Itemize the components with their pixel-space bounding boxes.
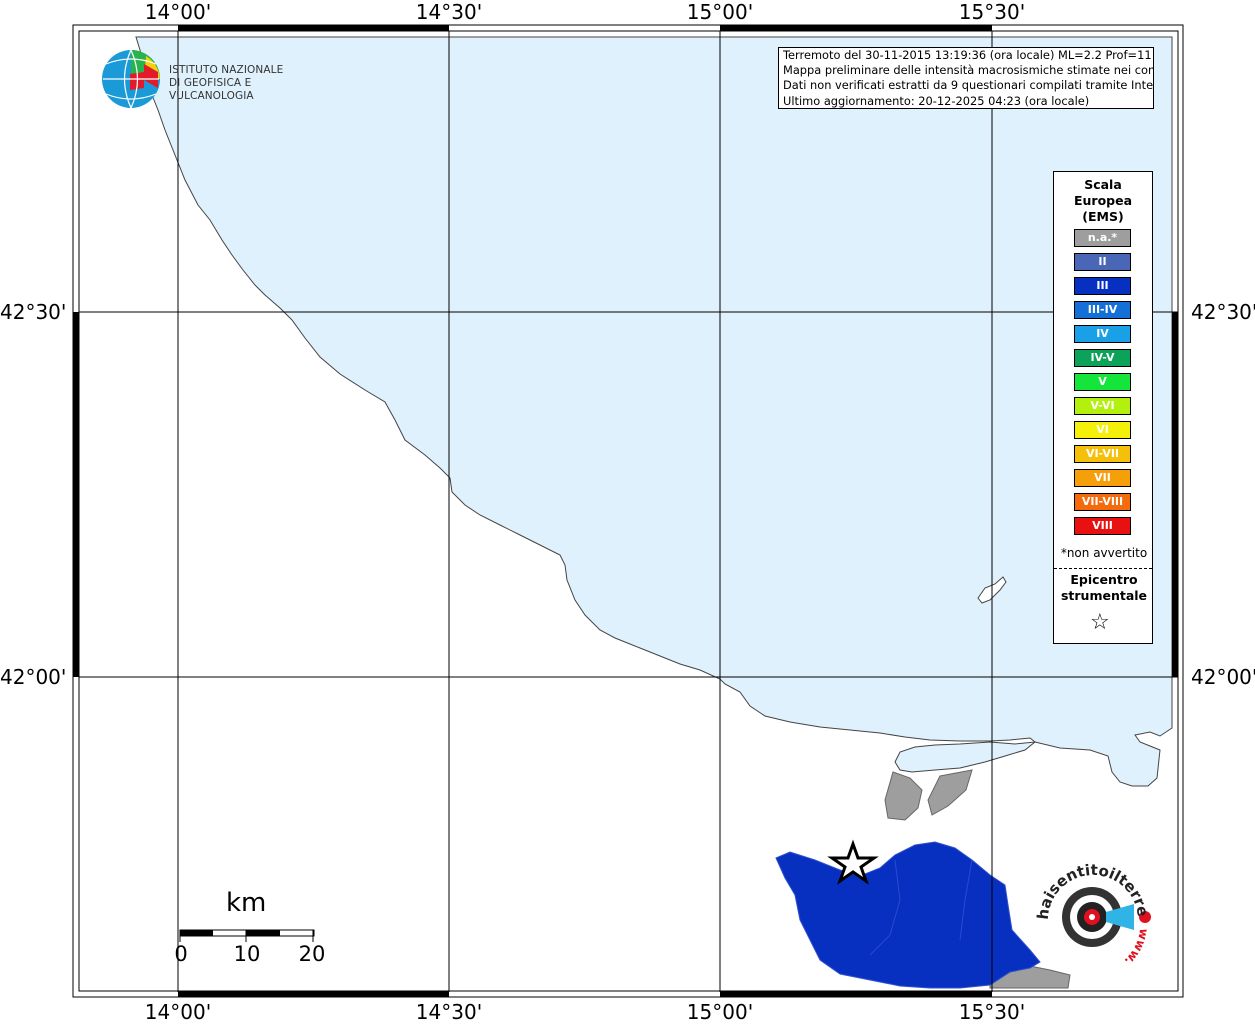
lon-tick-label: 15°00' [686, 0, 754, 24]
legend-swatch: III [1074, 277, 1131, 295]
lat-tick-label: 42°00' [1191, 665, 1255, 689]
legend-title: Europea [1073, 193, 1133, 208]
scale-label: 10 [233, 942, 261, 966]
logo-line1: ISTITUTO NAZIONALE [169, 64, 284, 76]
lon-tick-label: 15°30' [958, 0, 1026, 24]
legend-swatch: V [1074, 373, 1131, 391]
scale-unit: km [226, 888, 267, 918]
legend-swatch: IV-V [1074, 349, 1131, 367]
legend-swatch: VI [1074, 421, 1131, 439]
scale-label: 20 [298, 942, 326, 966]
legend-swatch: VII-VIII [1074, 493, 1131, 511]
legend-swatch: V-VI [1074, 397, 1131, 415]
scale-label: 0 [174, 942, 188, 966]
legend-title: Scala [1084, 177, 1122, 192]
ingv-logo: ISTITUTO NAZIONALE DI GEOFISICA E VULCAN… [100, 48, 320, 110]
earthquake-info-box: Terremoto del 30-11-2015 13:19:36 (ora l… [778, 47, 1154, 109]
legend-note: *non avvertito [1060, 546, 1148, 560]
legend-swatch: IV [1074, 325, 1131, 343]
legend-title: (EMS) [1082, 209, 1124, 224]
legend-swatch: n.a.* [1074, 229, 1131, 247]
municipality-intensity-III [775, 841, 1041, 989]
info-line: Mappa preliminare delle intensità macros… [783, 63, 1154, 78]
lat-tick-label: 42°30' [1191, 300, 1255, 324]
lon-tick-label: 14°00' [144, 1000, 212, 1024]
watermark-prefix: www. [1122, 927, 1151, 968]
legend-swatch: II [1074, 253, 1131, 271]
star-icon: ☆ [1090, 610, 1110, 635]
info-line: Ultimo aggiornamento: 20-12-2025 04:23 (… [783, 93, 1090, 108]
lat-tick-label: 42°30' [0, 300, 67, 324]
epicenter-label: strumentale [1060, 588, 1148, 603]
municipality-na [884, 771, 923, 821]
info-line: Dati non verificati estratti da 9 questi… [783, 78, 1154, 93]
scale-bar: km 0 10 20 [174, 888, 336, 978]
legend-swatch: III-IV [1074, 301, 1131, 319]
municipality-na [927, 769, 973, 816]
lon-tick-label: 14°30' [415, 0, 483, 24]
lon-tick-label: 14°30' [415, 1000, 483, 1024]
hst-watermark-logo: haisentitoilterremoto.it www. [1030, 862, 1152, 968]
info-line: Terremoto del 30-11-2015 13:19:36 (ora l… [783, 48, 1154, 62]
globe-icon [102, 49, 160, 109]
lon-tick-label: 15°30' [958, 1000, 1026, 1024]
legend-swatch: VIII [1074, 517, 1131, 535]
legend-swatch: VI-VII [1074, 445, 1131, 463]
lon-tick-label: 14°00' [144, 0, 212, 24]
lat-tick-label: 42°00' [0, 665, 67, 689]
adriatic-sea [135, 36, 1173, 787]
epicenter-label: Epicentro [1070, 572, 1138, 587]
lon-tick-label: 15°00' [686, 1000, 754, 1024]
legend-swatch: VII [1074, 469, 1131, 487]
legend-separator [1054, 568, 1152, 569]
logo-line2: DI GEOFISICA E VULCANOLOGIA [169, 77, 254, 102]
svg-text:www.: www. [1122, 927, 1151, 968]
ems-legend: Scala Europea (EMS) n.a.* II III III-IV IV IV… [1053, 171, 1153, 644]
